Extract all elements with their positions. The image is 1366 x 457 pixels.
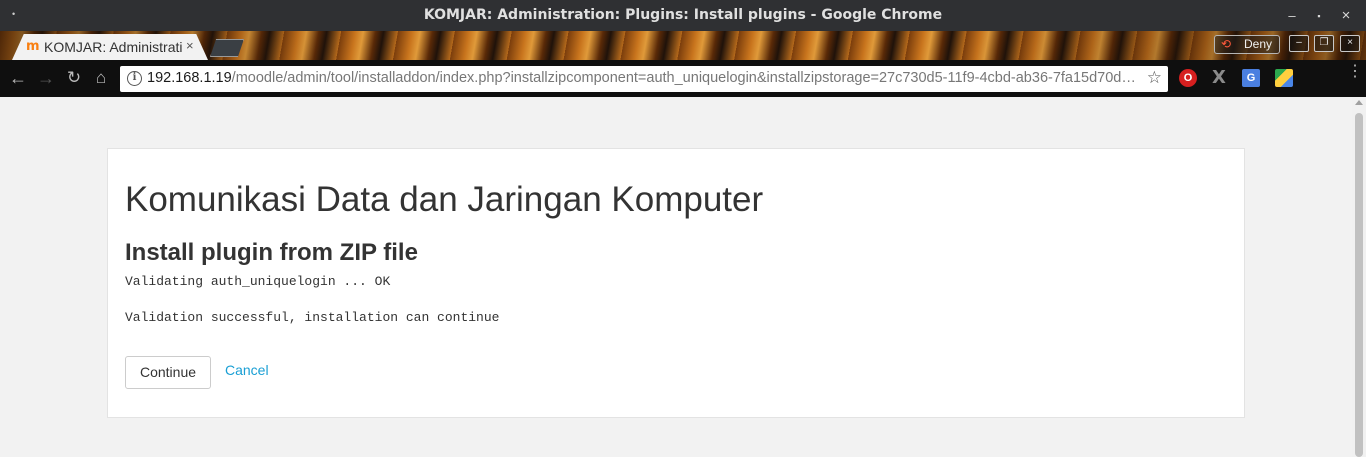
tab-label: KOMJAR: Administration: Plugins: Install… <box>44 39 182 55</box>
scroll-up-arrow-icon[interactable] <box>1355 100 1363 105</box>
address-bar[interactable]: i 192.168.1.19/moodle/admin/tool/install… <box>120 66 1168 92</box>
scrollbar-thumb[interactable] <box>1355 113 1363 457</box>
close-window-icon[interactable]: × <box>1337 7 1355 25</box>
cancel-link[interactable]: Cancel <box>225 362 269 378</box>
back-icon[interactable]: ← <box>8 68 28 88</box>
maximize-icon[interactable]: ▪ <box>1310 7 1328 25</box>
restore-icon[interactable]: ❐ <box>1314 35 1334 52</box>
chrome-menu-icon[interactable]: ⋮ <box>1347 64 1363 87</box>
x-icon[interactable]: X <box>1210 69 1228 87</box>
translate-icon[interactable]: G <box>1242 69 1260 87</box>
minimize-icon[interactable]: – <box>1289 35 1309 52</box>
site-info-icon[interactable]: i <box>127 71 142 86</box>
url-path: /moodle/admin/tool/installaddon/index.ph… <box>231 70 1136 86</box>
moodle-favicon-icon: m <box>26 39 40 54</box>
deny-button[interactable]: ⟲ Deny <box>1214 35 1280 54</box>
browser-toolbar: ← → ↻ ⌂ i 192.168.1.19/moodle/admin/tool… <box>0 60 1366 97</box>
window-titlebar: • KOMJAR: Administration: Plugins: Insta… <box>0 0 1366 31</box>
home-icon[interactable]: ⌂ <box>91 68 111 88</box>
page-viewport: Komunikasi Data dan Jaringan Komputer In… <box>0 97 1366 457</box>
new-tab-button[interactable] <box>210 39 244 57</box>
deny-icon: ⟲ <box>1221 37 1232 51</box>
validation-result-line: Validation successful, installation can … <box>125 310 500 325</box>
forward-icon[interactable]: → <box>36 68 56 88</box>
site-title: Komunikasi Data dan Jaringan Komputer <box>125 180 764 219</box>
close-icon[interactable]: × <box>1340 35 1360 52</box>
google-drive-icon[interactable] <box>1275 69 1293 87</box>
deny-label: Deny <box>1244 37 1273 51</box>
continue-button[interactable]: Continue <box>125 356 211 389</box>
bookmark-star-icon[interactable]: ☆ <box>1147 68 1162 88</box>
url-text[interactable]: 192.168.1.19/moodle/admin/tool/installad… <box>147 70 1138 86</box>
content-card: Komunikasi Data dan Jaringan Komputer In… <box>107 148 1245 418</box>
tab-close-icon[interactable]: × <box>186 38 194 53</box>
reload-icon[interactable]: ↻ <box>64 68 84 88</box>
minimize-icon[interactable]: – <box>1283 7 1301 25</box>
validation-status-line: Validating auth_uniquelogin ... OK <box>125 274 391 289</box>
vertical-scrollbar[interactable] <box>1352 97 1366 457</box>
url-host: 192.168.1.19 <box>147 70 232 86</box>
page-heading: Install plugin from ZIP file <box>125 239 418 266</box>
window-title: KOMJAR: Administration: Plugins: Install… <box>423 7 943 23</box>
opera-icon[interactable]: O <box>1179 69 1197 87</box>
tab-komjar[interactable]: m KOMJAR: Administration: Plugins: Insta… <box>12 34 208 60</box>
tab-strip: m KOMJAR: Administration: Plugins: Insta… <box>0 31 1366 60</box>
